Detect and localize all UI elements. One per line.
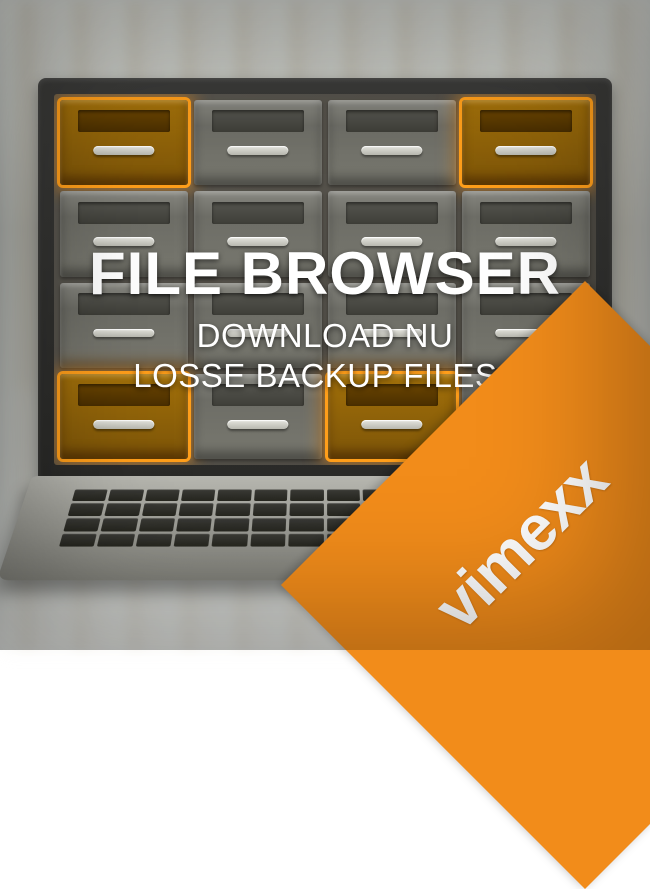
drawer xyxy=(194,283,322,368)
drawer xyxy=(60,191,188,276)
drawer xyxy=(60,283,188,368)
drawer-highlighted xyxy=(60,374,188,459)
drawer-highlighted xyxy=(60,100,188,185)
drawer xyxy=(194,374,322,459)
drawer xyxy=(462,191,590,276)
drawer xyxy=(194,191,322,276)
promo-image: FILE BROWSER DOWNLOAD NU LOSSE BACKUP FI… xyxy=(0,0,650,650)
drawer xyxy=(194,100,322,185)
drawer-highlighted xyxy=(462,100,590,185)
drawer xyxy=(328,283,456,368)
drawer xyxy=(328,191,456,276)
drawer xyxy=(328,100,456,185)
